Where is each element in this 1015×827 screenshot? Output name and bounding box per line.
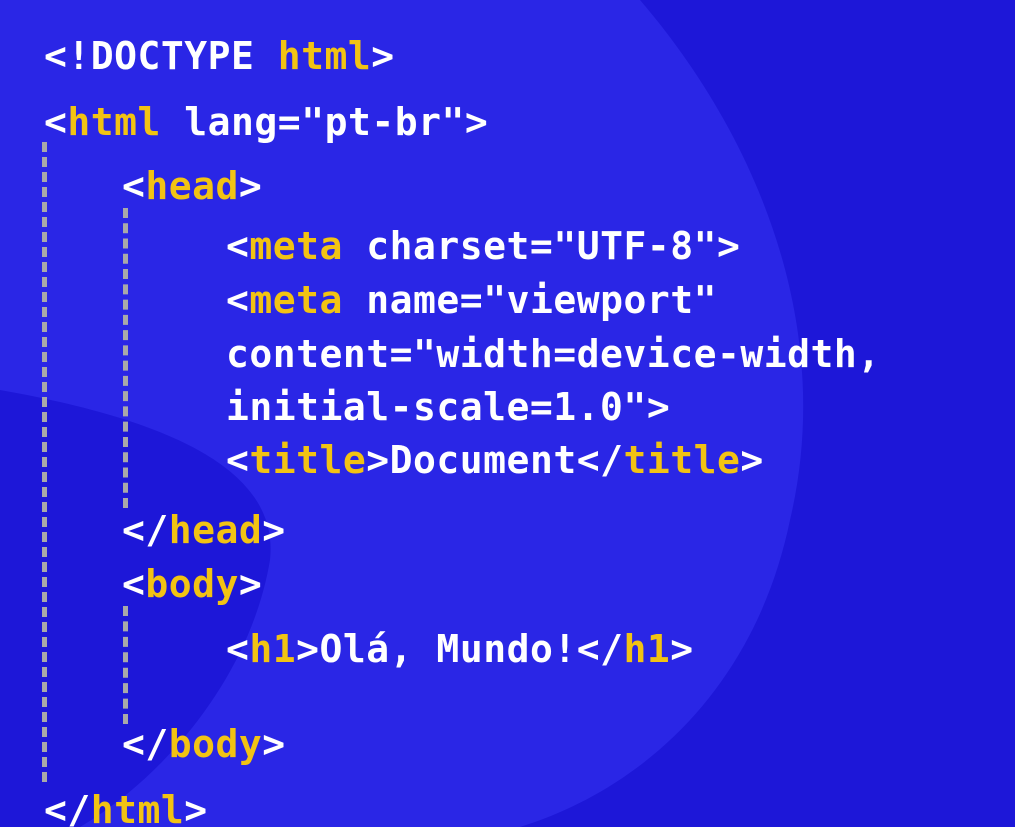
code-token-punct: < — [226, 438, 250, 482]
code-line-meta-charset: <meta charset="UTF-8"> — [226, 222, 740, 270]
code-token-attr: name= — [342, 278, 484, 322]
code-line-meta-viewport: <meta name="viewport" — [226, 276, 717, 324]
code-token-punct: < — [226, 627, 250, 671]
code-line-h1: <h1>Olá, Mundo!</h1> — [226, 625, 694, 673]
code-token-tag: head — [145, 164, 239, 208]
code-token-tag: body — [168, 722, 263, 766]
code-token-tag: meta — [249, 224, 343, 268]
code-token-punct: > — [296, 627, 320, 671]
code-line-body-open: <body> — [122, 560, 262, 608]
code-token-punct: > — [716, 224, 741, 268]
code-token-punct: > — [238, 164, 263, 208]
code-token-str: "UTF-8" — [553, 224, 717, 268]
code-token-punct: </ — [576, 438, 624, 482]
code-line-html-open: <html lang="pt-br"> — [44, 98, 488, 146]
code-token-punct: </ — [576, 627, 624, 671]
code-token-punct: > — [670, 627, 694, 671]
code-token-text: Olá, Mundo! — [319, 627, 577, 671]
code-token-attr: charset= — [342, 224, 554, 268]
code-token-tag: title — [623, 438, 741, 482]
code-token-punct: </ — [122, 508, 169, 552]
code-token-tag: html — [67, 100, 161, 144]
code-token-attr: lang= — [160, 100, 302, 144]
code-token-tag: body — [145, 562, 239, 606]
code-token-punct: </ — [122, 722, 169, 766]
code-token-attr: content= — [226, 332, 414, 376]
code-token-punct: > — [371, 34, 395, 78]
code-token-tag: html — [90, 788, 185, 827]
code-line-title: <title>Document</title> — [226, 436, 764, 484]
indent-guide-head — [123, 208, 128, 508]
code-line-head-close: </head> — [122, 506, 286, 554]
code-line-meta-scale: initial-scale=1.0"> — [226, 383, 670, 431]
code-token-str: initial-scale=1.0" — [226, 385, 647, 429]
code-line-body-close: </body> — [122, 720, 286, 768]
code-token-punct: < — [226, 224, 250, 268]
code-token-punct: <!DOCTYPE — [44, 34, 278, 78]
code-token-punct: < — [226, 278, 250, 322]
code-token-punct: </ — [44, 788, 91, 827]
code-token-str: "pt-br" — [301, 100, 465, 144]
code-token-punct: > — [184, 788, 208, 827]
code-token-tag: title — [249, 438, 367, 482]
code-token-text: Document — [389, 438, 577, 482]
indent-guide-body — [123, 606, 128, 724]
code-token-tag: html — [277, 34, 372, 78]
code-token-tag: head — [168, 508, 263, 552]
code-token-punct: > — [740, 438, 764, 482]
code-token-tag: h1 — [623, 627, 671, 671]
code-token-tag: h1 — [249, 627, 297, 671]
code-token-punct: < — [122, 562, 146, 606]
code-token-punct: < — [44, 100, 68, 144]
code-token-tag: meta — [249, 278, 343, 322]
code-token-punct: > — [366, 438, 390, 482]
code-line-head-open: <head> — [122, 162, 262, 210]
code-token-punct: > — [238, 562, 263, 606]
indent-guide-html — [42, 142, 47, 782]
code-token-punct: > — [262, 722, 286, 766]
code-token-str: "viewport" — [483, 278, 717, 322]
code-line-meta-content: content="width=device-width, — [226, 330, 881, 378]
code-token-punct: > — [262, 508, 286, 552]
code-token-punct: < — [122, 164, 146, 208]
code-line-html-close: </html> — [44, 786, 208, 827]
code-token-punct: > — [646, 385, 671, 429]
code-line-doctype: <!DOCTYPE html> — [44, 32, 395, 80]
code-token-punct: > — [464, 100, 489, 144]
code-token-str: "width=device-width, — [413, 332, 881, 376]
